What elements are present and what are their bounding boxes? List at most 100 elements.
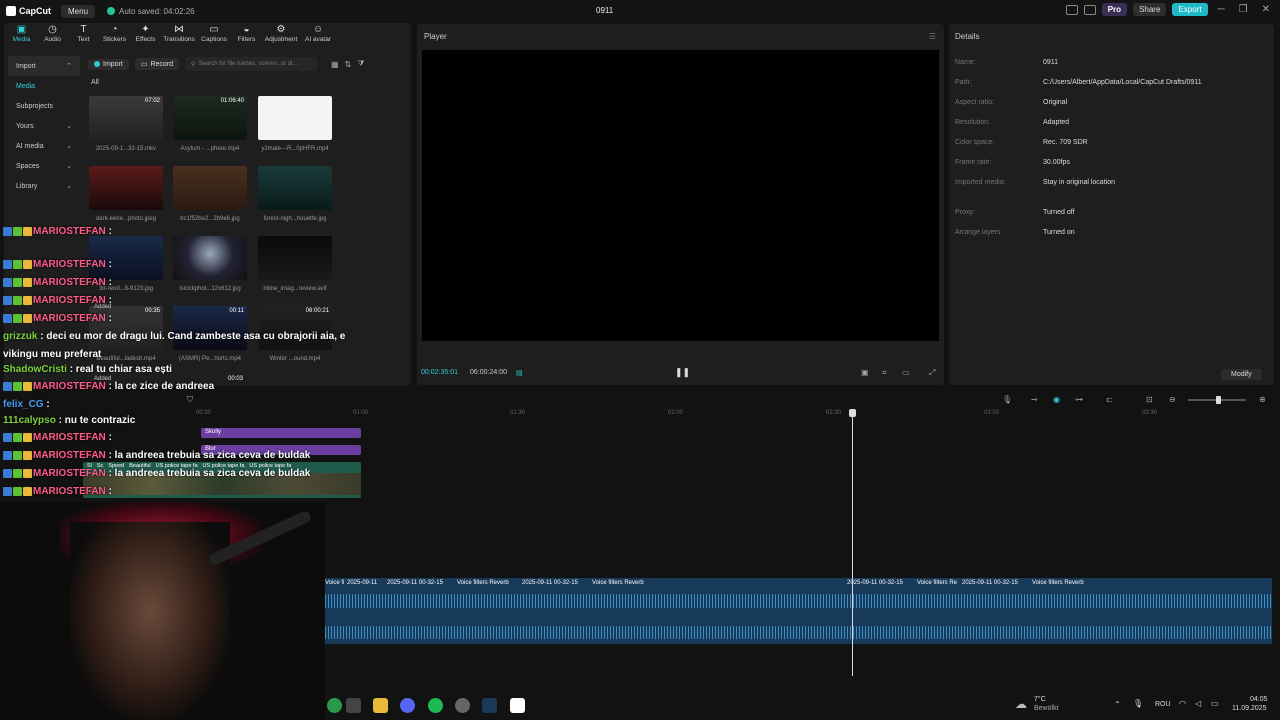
- zoom-in-icon[interactable]: ⊕: [1259, 395, 1266, 404]
- chat-badge-icon: [3, 381, 12, 391]
- zoom-out-icon[interactable]: ⊖: [1169, 395, 1176, 404]
- link-icon[interactable]: ⊸: [1031, 395, 1038, 404]
- fit-icon[interactable]: ⊡: [1146, 395, 1153, 404]
- media-duration: 01:06:40: [220, 98, 244, 104]
- layout-icon[interactable]: [1065, 4, 1078, 15]
- media-thumbnail[interactable]: [258, 96, 332, 140]
- chevron-down-icon: ⌄: [66, 183, 72, 190]
- media-thumbnail[interactable]: [89, 166, 163, 210]
- streamer-face: [70, 522, 230, 720]
- menu-button[interactable]: Menu: [61, 4, 96, 18]
- tab-audio[interactable]: ◷ Audio: [37, 24, 68, 50]
- mic-icon[interactable]: 🎙: [1002, 395, 1012, 404]
- tab-adjustment[interactable]: ⚙ Adjustment: [262, 24, 300, 50]
- language-indicator[interactable]: ROU: [1155, 701, 1171, 708]
- chat-username: MARIOSTEFAN: [33, 277, 109, 288]
- media-icon: ▣: [16, 24, 27, 35]
- volume-icon[interactable]: ◁: [1195, 699, 1201, 708]
- zoom-slider-handle[interactable]: [1216, 396, 1221, 404]
- close-icon[interactable]: ✕: [1258, 4, 1274, 15]
- audio-track[interactable]: Voice fi 2025-09-11 2025-09-11 00-32-15 Voi…: [325, 578, 1272, 644]
- media-thumbnail[interactable]: [258, 166, 332, 210]
- tab-label: AI avatar: [304, 36, 331, 43]
- check-icon: [107, 7, 116, 15]
- clock-date[interactable]: 11.09.2025: [1232, 705, 1267, 712]
- sidebar-item-library[interactable]: Library ⌄: [8, 176, 80, 196]
- autosave-text: Auto saved: 04:02:26: [119, 6, 195, 16]
- maximize-icon[interactable]: ❐: [1235, 4, 1252, 15]
- wifi-icon[interactable]: ◠: [1179, 699, 1186, 708]
- media-thumbnail[interactable]: 01:06:40: [173, 96, 247, 140]
- weather-temp[interactable]: 7°C: [1034, 696, 1046, 703]
- sort-icon[interactable]: ⇅: [345, 60, 352, 69]
- chat-message: grizzuk : deci eu mor de dragu lui. Cand…: [3, 331, 345, 342]
- magnet-icon[interactable]: ◉: [1053, 395, 1060, 404]
- resolution-icon[interactable]: ▭: [902, 368, 910, 377]
- sidebar-item-import[interactable]: Import ⌃: [8, 56, 80, 76]
- share-button[interactable]: Share: [1133, 3, 1167, 16]
- capcut-icon[interactable]: [510, 698, 525, 713]
- chat-username: MARIOSTEFAN: [33, 468, 109, 479]
- grid-view-icon[interactable]: ▦: [331, 60, 339, 69]
- import-button[interactable]: Import: [88, 58, 129, 70]
- media-search-input[interactable]: ⚲ Search for file names, scenes, or di...: [185, 57, 318, 71]
- detail-value: Rec. 709 SDR: [1043, 139, 1088, 146]
- sidebar-item-media[interactable]: Media: [8, 76, 80, 96]
- tab-captions[interactable]: ▭ Captions: [197, 24, 231, 50]
- detail-value: 30.00fps: [1043, 159, 1070, 166]
- media-thumbnail[interactable]: 07:02: [89, 96, 163, 140]
- export-button[interactable]: Export: [1172, 3, 1208, 16]
- steam-icon[interactable]: [482, 698, 497, 713]
- sidebar-item-yours[interactable]: Yours ⌄: [8, 116, 80, 136]
- app-icon[interactable]: [327, 698, 342, 713]
- media-thumbnail[interactable]: [173, 166, 247, 210]
- tab-transitions[interactable]: ⋈ Transitions: [161, 24, 197, 50]
- menu-icon[interactable]: ☰: [929, 32, 936, 41]
- snap-icon[interactable]: ⊶: [1075, 395, 1083, 404]
- preview-axis-icon[interactable]: ⊏: [1106, 395, 1113, 404]
- cube-icon[interactable]: [346, 698, 361, 713]
- battery-icon[interactable]: ▭: [1211, 699, 1219, 708]
- sidebar-item-ai-media[interactable]: AI media ⌄: [8, 136, 80, 156]
- sidebar-label: Yours: [16, 122, 34, 130]
- modify-button[interactable]: Modify: [1221, 369, 1262, 380]
- playhead[interactable]: [852, 410, 853, 676]
- mic-tray-icon[interactable]: 🎙: [1133, 699, 1143, 708]
- playhead-handle[interactable]: [849, 409, 856, 417]
- discord-icon[interactable]: [400, 698, 415, 713]
- tab-stickers[interactable]: ◔ Stickers: [99, 24, 130, 50]
- tab-text[interactable]: T Text: [68, 24, 99, 50]
- obs-icon[interactable]: [455, 698, 470, 713]
- filter-icon[interactable]: ⧩: [357, 59, 364, 69]
- tab-filters[interactable]: ◒ Filters: [231, 24, 262, 50]
- chat-badge-icon: [23, 277, 32, 287]
- chat-badge-icon: [3, 226, 12, 236]
- weather-text[interactable]: Bewölkt: [1034, 705, 1059, 712]
- record-button[interactable]: ▭ Record: [134, 58, 180, 70]
- clock-time[interactable]: 04:05: [1250, 696, 1268, 703]
- minimize-icon[interactable]: ─: [1214, 4, 1229, 15]
- avatar-icon: ☺: [312, 24, 324, 35]
- chat-message: vikingu meu preferat: [3, 349, 101, 360]
- quality-icon[interactable]: ▤: [516, 369, 523, 377]
- sidebar-item-spaces[interactable]: Spaces ⌄: [8, 156, 80, 176]
- folder-icon[interactable]: [373, 698, 388, 713]
- video-preview[interactable]: [422, 50, 939, 341]
- fullscreen-icon[interactable]: ⤢: [929, 368, 935, 378]
- shortcut-icon[interactable]: [1083, 4, 1096, 15]
- crop-icon[interactable]: ⌗: [882, 368, 887, 378]
- detail-row: Name: 0911: [955, 59, 1255, 66]
- tray-chevron-icon[interactable]: ⌃: [1114, 700, 1121, 709]
- sidebar-item-subprojects[interactable]: Subprojects: [8, 96, 80, 116]
- pro-button[interactable]: Pro: [1101, 3, 1128, 16]
- tab-media[interactable]: ▣ Media: [6, 24, 37, 50]
- audio-clip-label: 2025-09-11 00-32-15: [962, 580, 1018, 586]
- spotify-icon[interactable]: [428, 698, 443, 713]
- chat-badge-icon: [13, 226, 22, 236]
- tab-effects[interactable]: ✦ Effects: [130, 24, 161, 50]
- pause-icon[interactable]: ❚❚: [675, 367, 690, 378]
- ratio-icon[interactable]: ▣: [861, 368, 869, 377]
- tab-ai-avatar[interactable]: ☺ AI avatar: [300, 24, 336, 50]
- chat-badge-icon: [23, 259, 32, 269]
- tab-label: Audio: [44, 36, 61, 43]
